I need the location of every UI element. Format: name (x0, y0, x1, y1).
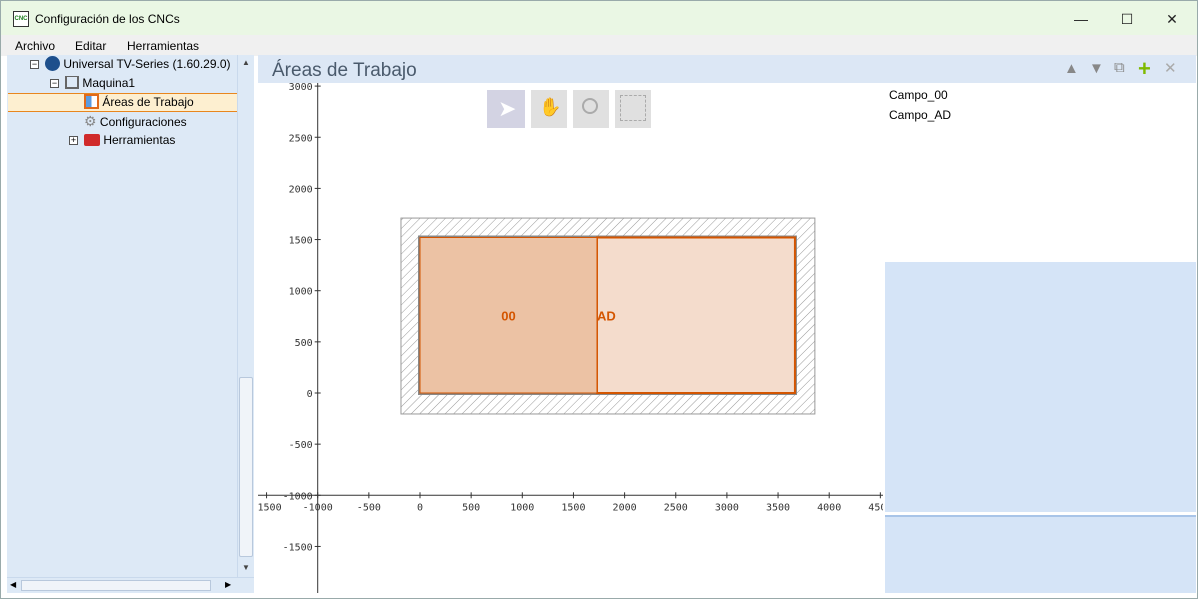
select-tool-button[interactable]: ➤ (487, 90, 525, 128)
x-tick-label: 3000 (715, 502, 739, 513)
cursor-arrow-icon: ➤ (498, 96, 517, 121)
tree-item-label: Maquina1 (82, 76, 136, 90)
y-tick-label: -1000 (283, 491, 313, 502)
copy-icon[interactable]: ⧉ (1114, 59, 1125, 76)
x-tick-label: 4500 (868, 502, 883, 513)
menu-editar[interactable]: Editar (75, 39, 106, 53)
move-down-icon[interactable]: ▼ (1089, 60, 1104, 77)
magnifier-icon (582, 98, 598, 114)
tree-item-universal[interactable]: Universal TV-Series (1.60.29.0) (45, 55, 231, 74)
tree-item-areas-de-trabajo[interactable]: Áreas de Trabajo (84, 93, 194, 112)
list-item[interactable]: Campo_AD (889, 108, 951, 122)
y-tick-label: -1500 (283, 542, 313, 553)
y-tick-label: 3000 (289, 83, 313, 93)
y-tick-label: 2000 (289, 184, 313, 195)
x-tick-label: 1500 (561, 502, 585, 513)
menu-bar: Archivo Editar Herramientas (1, 35, 1197, 56)
tree-item-label: Áreas de Trabajo (102, 95, 194, 109)
tree-item-label: Configuraciones (99, 115, 187, 129)
grid-areas-icon (84, 94, 99, 109)
menu-archivo[interactable]: Archivo (15, 39, 55, 53)
y-tick-label: 1500 (289, 236, 313, 247)
content-header: Áreas de Trabajo ▲ ▼ ⧉ + ✕ (258, 55, 1196, 83)
area-label: 00 (501, 308, 515, 323)
work-area-canvas[interactable]: 00AD-1500-1000-5000500100015002000250030… (258, 83, 883, 593)
collapse-toggle[interactable]: − (50, 79, 59, 88)
fit-frame-icon (620, 95, 646, 121)
title-bar: CNC Configuración de los CNCs — ☐ ✕ (1, 1, 1197, 35)
close-button[interactable]: ✕ (1158, 7, 1186, 31)
toolbox-icon (84, 134, 100, 146)
tree-item-configuraciones[interactable]: ⚙ Configuraciones (84, 112, 187, 131)
details-panel (885, 515, 1196, 593)
properties-panel (885, 262, 1196, 512)
collapse-toggle[interactable]: − (30, 60, 39, 69)
area-label: AD (597, 308, 616, 323)
window-title: Configuración de los CNCs (35, 12, 180, 26)
tree-item-maquina1[interactable]: Maquina1 (65, 74, 135, 93)
gear-icon: ⚙ (84, 113, 97, 129)
page-title: Áreas de Trabajo (272, 60, 417, 81)
horizontal-scrollbar[interactable]: ◀ ▶ (7, 577, 254, 593)
x-tick-label: 4000 (817, 502, 841, 513)
vertical-scrollbar[interactable]: ▲ ▼ (237, 55, 254, 577)
tree-item-label: Universal TV-Series (1.60.29.0) (63, 57, 231, 71)
x-tick-label: 3500 (766, 502, 790, 513)
menu-herramientas[interactable]: Herramientas (127, 39, 199, 53)
areas-list: Campo_00 Campo_AD (885, 83, 1196, 259)
y-tick-label: -500 (289, 440, 313, 451)
tree-panel: − Universal TV-Series (1.60.29.0) − Maqu… (7, 55, 254, 593)
add-icon[interactable]: + (1138, 56, 1151, 82)
x-tick-label: -500 (357, 502, 381, 513)
list-item[interactable]: Campo_00 (889, 88, 948, 102)
work-area-plot: 00AD-1500-1000-5000500100015002000250030… (258, 83, 883, 593)
move-up-icon[interactable]: ▲ (1064, 60, 1079, 77)
x-tick-label: 1000 (510, 502, 534, 513)
expand-toggle[interactable]: + (69, 136, 78, 145)
x-tick-label: 500 (462, 502, 480, 513)
scrollbar-thumb[interactable] (239, 377, 253, 557)
machine-icon (65, 76, 79, 89)
scroll-right-arrow[interactable]: ▶ (225, 580, 231, 589)
minimize-button[interactable]: — (1067, 7, 1095, 31)
pan-tool-button[interactable]: ✋ (531, 90, 567, 128)
tree-item-herramientas[interactable]: Herramientas (84, 131, 175, 150)
zoom-fit-button[interactable] (615, 90, 651, 128)
y-tick-label: 0 (307, 389, 313, 400)
scroll-up-arrow[interactable]: ▲ (242, 58, 250, 67)
tree-item-label: Herramientas (103, 133, 176, 147)
maximize-button[interactable]: ☐ (1113, 7, 1141, 31)
scroll-down-arrow[interactable]: ▼ (242, 563, 250, 572)
x-tick-label: 0 (417, 502, 423, 513)
hand-icon: ✋ (539, 97, 562, 117)
y-tick-label: 500 (295, 338, 313, 349)
machine-logo-icon (45, 56, 60, 71)
scroll-left-arrow[interactable]: ◀ (10, 580, 16, 589)
x-tick-label: -1000 (303, 502, 333, 513)
delete-icon[interactable]: ✕ (1164, 59, 1177, 77)
x-tick-label: 2500 (664, 502, 688, 513)
x-tick-label: -1500 (258, 502, 282, 513)
y-tick-label: 1000 (289, 287, 313, 298)
app-icon: CNC (13, 11, 29, 27)
y-tick-label: 2500 (289, 133, 313, 144)
scrollbar-thumb[interactable] (21, 580, 211, 591)
zoom-window-button[interactable] (573, 90, 609, 128)
x-tick-label: 2000 (613, 502, 637, 513)
area-AD (595, 236, 796, 394)
